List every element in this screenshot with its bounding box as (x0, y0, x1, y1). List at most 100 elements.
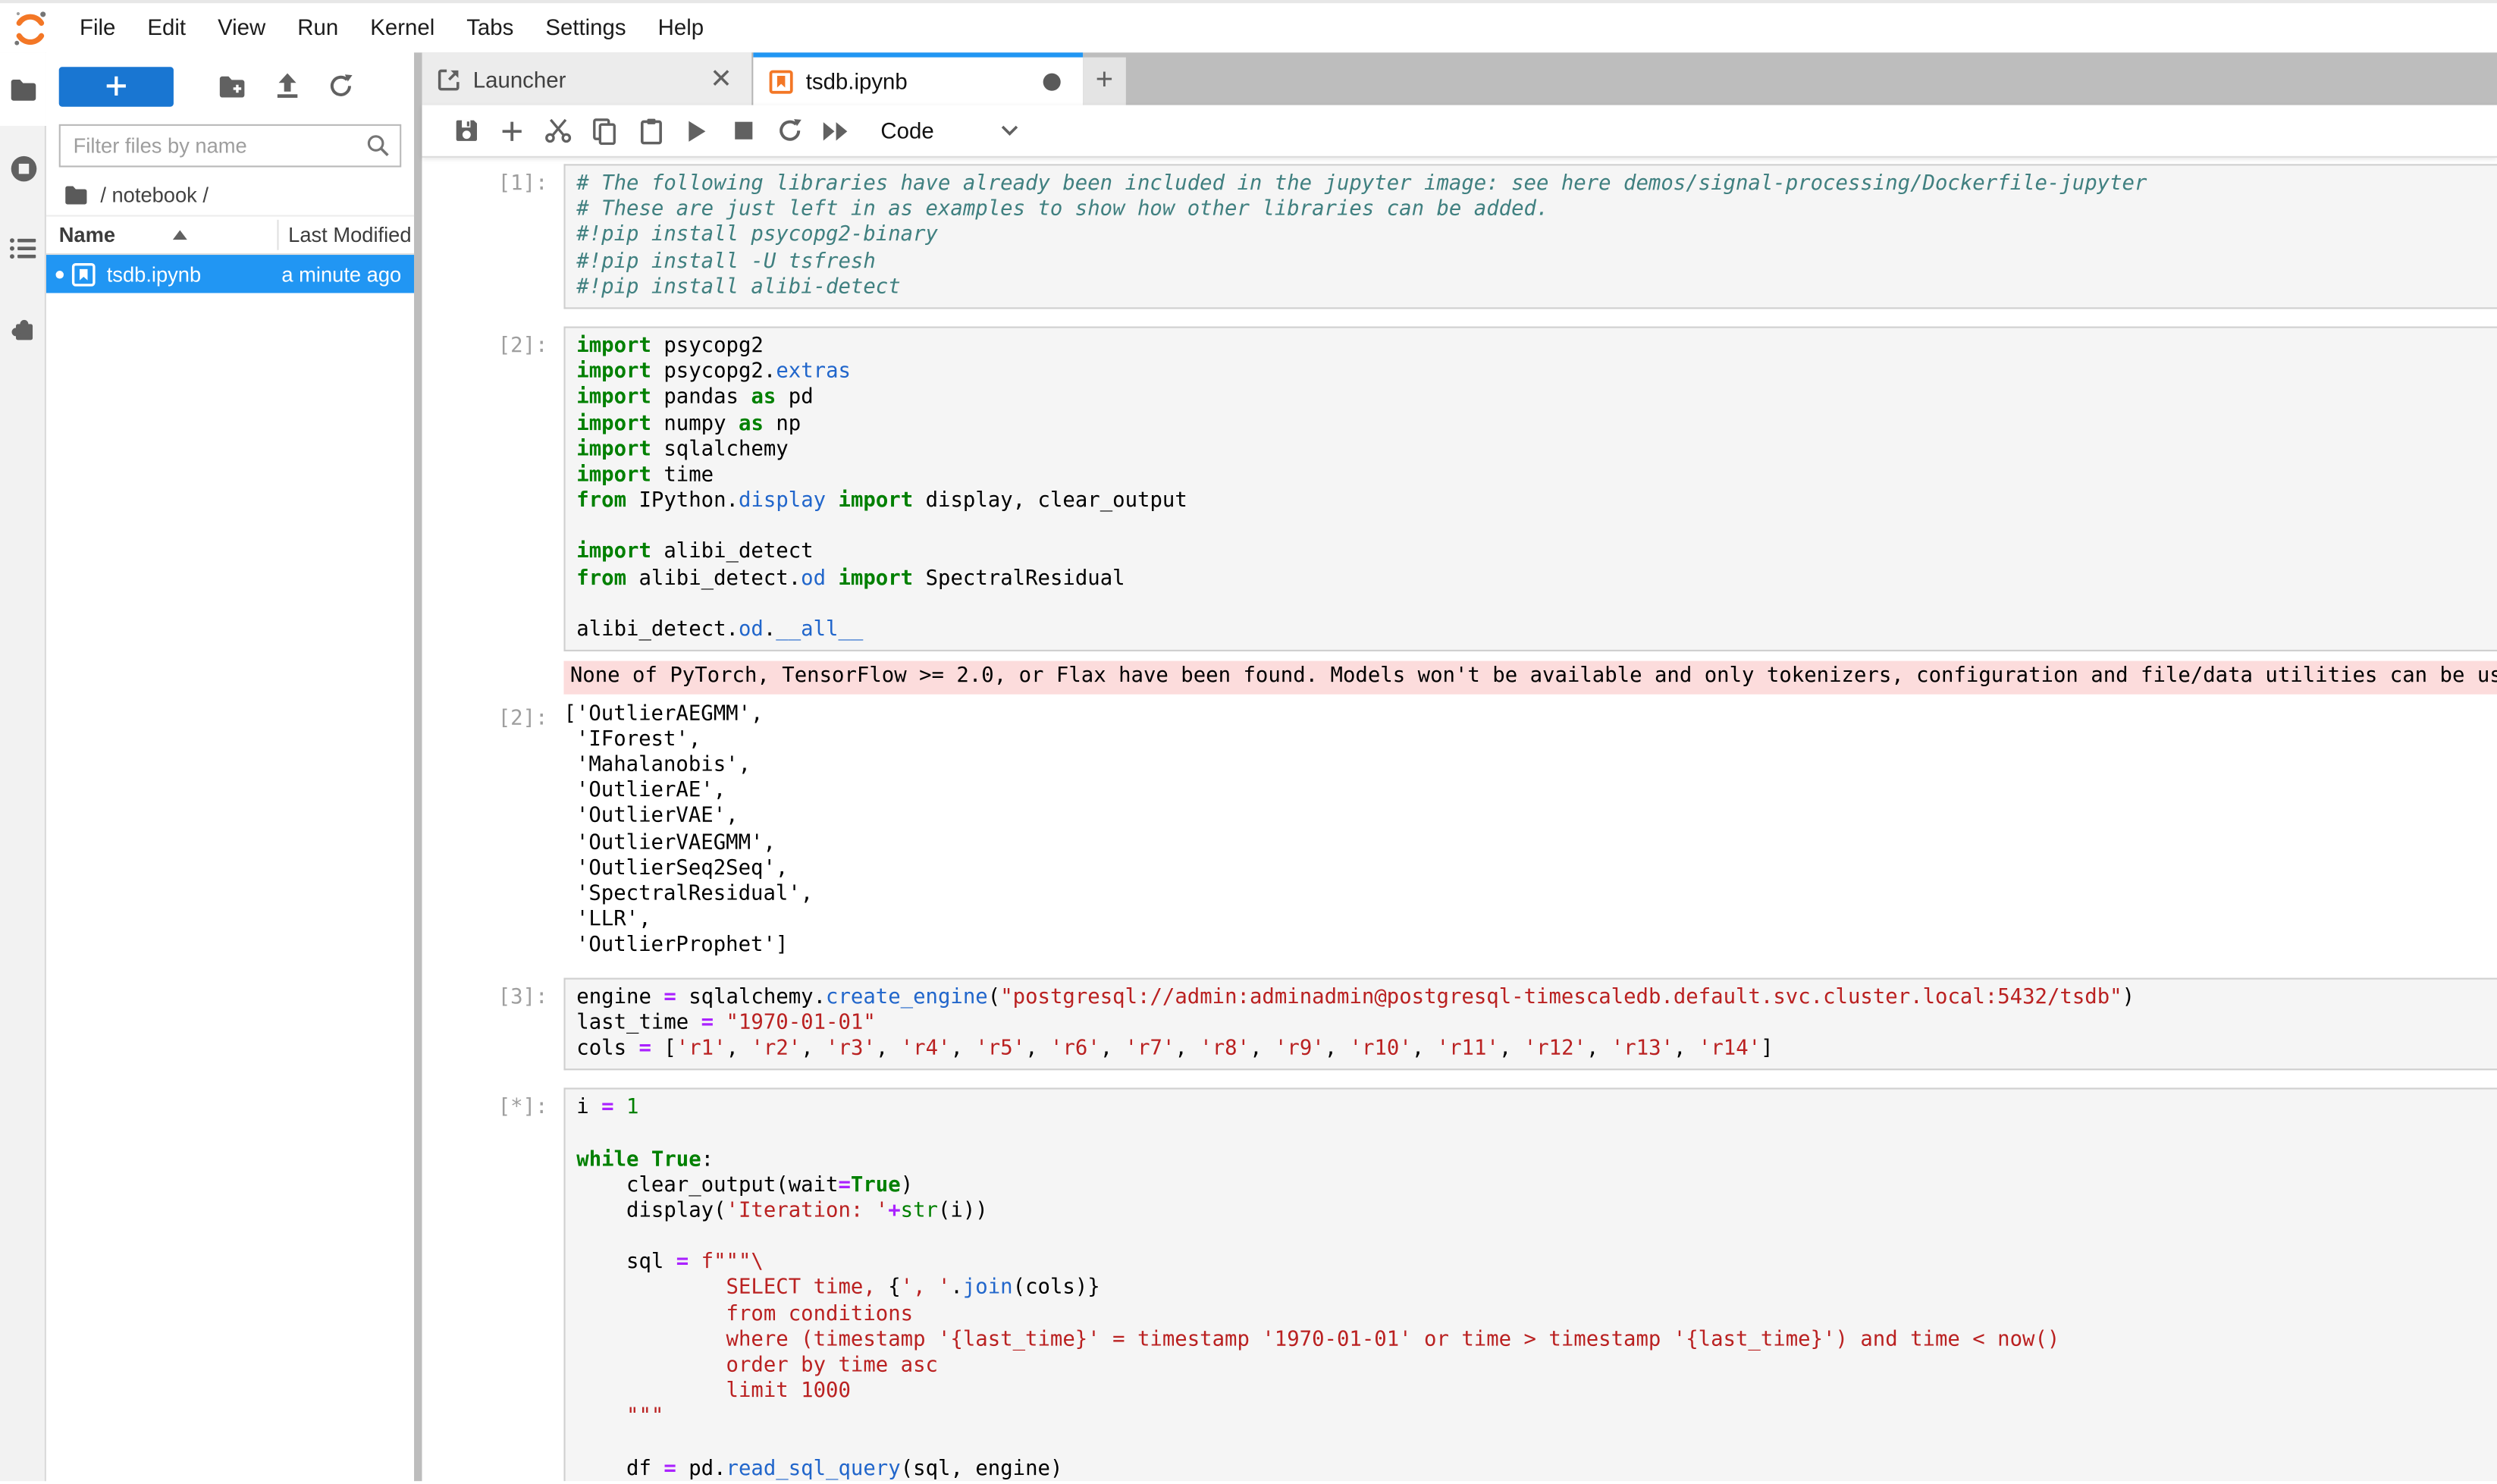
code-token: display (739, 489, 826, 513)
breadcrumb[interactable]: / notebook / (46, 174, 414, 215)
jupyter-logo-icon (13, 9, 48, 47)
code-token: 'r9' (1275, 1037, 1325, 1061)
code-line: import numpy as np (576, 412, 2497, 438)
interrupt-kernel-button[interactable] (720, 110, 766, 152)
code-cell-2[interactable]: [2]:import psycopg2import psycopg2.extra… (422, 326, 2497, 959)
code-cell-1[interactable]: [1]:# The following libraries have alrea… (422, 164, 2497, 309)
cell-type-dropdown[interactable]: Code (880, 118, 1020, 143)
running-sessions-icon[interactable] (0, 145, 46, 193)
home-folder-icon[interactable] (64, 184, 89, 205)
launcher-icon (438, 67, 460, 89)
tab-notebook[interactable]: tsdb.ipynb (753, 52, 1083, 105)
code-token: { (888, 1276, 900, 1300)
code-line: alibi_detect.od.__all__ (576, 618, 2497, 644)
code-token: __all__ (776, 618, 863, 642)
menu-run[interactable]: Run (281, 3, 354, 52)
code-token: # The following libraries have already b… (576, 172, 2147, 196)
code-token: True (651, 1147, 701, 1172)
code-token: , (950, 1037, 975, 1061)
code-line: import psycopg2 (576, 334, 2497, 360)
output-text: ['OutlierAEGMM', 'IForest', 'Mahalanobis… (563, 698, 813, 959)
code-cell-4[interactable]: [*]:i = 1 while True: clear_output(wait=… (422, 1088, 2497, 1481)
breadcrumb-path: / notebook / (100, 182, 209, 206)
menu-help[interactable]: Help (642, 3, 720, 52)
output-line: 'LLR', (563, 908, 813, 934)
code-token: from conditions (576, 1302, 913, 1326)
code-line: sql = f"""\ (576, 1250, 2497, 1276)
code-token: 'r14' (1699, 1037, 1761, 1061)
code-token: (cols)} (1013, 1276, 1100, 1300)
code-token: pandas (651, 386, 751, 410)
code-token: 'r3' (826, 1037, 876, 1061)
code-token: = (638, 1037, 651, 1061)
code-token: #!pip install -U tsfresh (576, 249, 876, 274)
restart-kernel-button[interactable] (766, 110, 812, 152)
run-cell-button[interactable] (673, 110, 720, 152)
menu-settings[interactable]: Settings (529, 3, 642, 52)
code-token: engine (576, 985, 663, 1009)
menu-view[interactable]: View (202, 3, 281, 52)
code-token: join (963, 1276, 1013, 1300)
tab-close-icon[interactable]: ✕ (704, 65, 739, 93)
tab-launcher[interactable]: Launcher ✕ (422, 52, 754, 105)
cut-cells-button[interactable] (535, 110, 582, 152)
cell-type-value: Code (880, 118, 933, 143)
upload-button[interactable] (259, 65, 313, 107)
new-launcher-button[interactable] (59, 66, 174, 106)
menu-tabs[interactable]: Tabs (450, 3, 529, 52)
sort-ascending-icon[interactable] (173, 229, 189, 240)
activity-bar (0, 52, 46, 1481)
notebook-tab-icon (769, 69, 793, 93)
file-filter-input[interactable] (70, 132, 366, 159)
menu-file[interactable]: File (64, 3, 131, 52)
code-token: pd. (676, 1457, 726, 1481)
code-token: = (676, 1250, 689, 1275)
code-line: i = 1 (576, 1096, 2497, 1122)
refresh-button[interactable] (314, 65, 368, 107)
extensions-icon[interactable] (0, 304, 46, 352)
paste-cells-button[interactable] (627, 110, 673, 152)
restart-run-all-button[interactable] (812, 110, 858, 152)
menu-edit[interactable]: Edit (131, 3, 202, 52)
code-token: sql (576, 1250, 676, 1275)
new-tab-button[interactable]: + (1083, 58, 1126, 105)
unsaved-changes-indicator (1043, 73, 1061, 90)
cell-editor[interactable]: import psycopg2import psycopg2.extrasimp… (563, 326, 2497, 651)
code-token: psycopg2. (651, 360, 776, 384)
code-token: (sql, engine) (901, 1457, 1063, 1481)
dock-panel: Launcher ✕ tsdb.ipynb + (422, 52, 2497, 1481)
code-token: od (739, 618, 764, 642)
add-cell-button[interactable] (489, 110, 535, 152)
code-token: , (1025, 1037, 1050, 1061)
column-header-modified[interactable]: Last Modified (288, 223, 411, 247)
code-token: display, clear_output (913, 489, 1187, 513)
copy-cells-button[interactable] (582, 110, 628, 152)
output-line: 'OutlierVAEGMM', (563, 831, 813, 857)
code-token: alibi_detect. (576, 618, 739, 642)
column-header-name[interactable]: Name (46, 223, 115, 247)
save-button[interactable] (443, 110, 489, 152)
code-token: f"""\ (701, 1250, 764, 1275)
stderr-output: None of PyTorch, TensorFlow >= 2.0, or F… (563, 661, 2497, 694)
code-token: last_time (576, 1011, 701, 1035)
code-token: , (1412, 1037, 1437, 1061)
code-token: as (751, 386, 776, 410)
cell-editor[interactable]: # The following libraries have already b… (563, 164, 2497, 309)
code-line: import sqlalchemy (576, 438, 2497, 463)
code-token: ( (988, 985, 1000, 1009)
new-folder-button[interactable] (205, 65, 259, 107)
code-token: [ (651, 1037, 676, 1061)
table-of-contents-icon[interactable] (0, 224, 46, 272)
code-token (689, 1250, 701, 1275)
chevron-down-icon (1001, 124, 1020, 137)
code-token: #!pip install psycopg2-binary (576, 224, 938, 248)
cell-editor[interactable]: engine = sqlalchemy.create_engine("postg… (563, 977, 2497, 1071)
file-row-tsdb[interactable]: tsdb.ipynb a minute ago (46, 255, 414, 293)
code-cell-3[interactable]: [3]:engine = sqlalchemy.create_engine("p… (422, 977, 2497, 1071)
file-browser-icon[interactable] (0, 65, 46, 113)
cell-editor[interactable]: i = 1 while True: clear_output(wait=True… (563, 1088, 2497, 1481)
code-token: import (576, 438, 651, 462)
menu-kernel[interactable]: Kernel (354, 3, 450, 52)
modified-dot (56, 270, 64, 278)
code-token: = (663, 985, 676, 1009)
